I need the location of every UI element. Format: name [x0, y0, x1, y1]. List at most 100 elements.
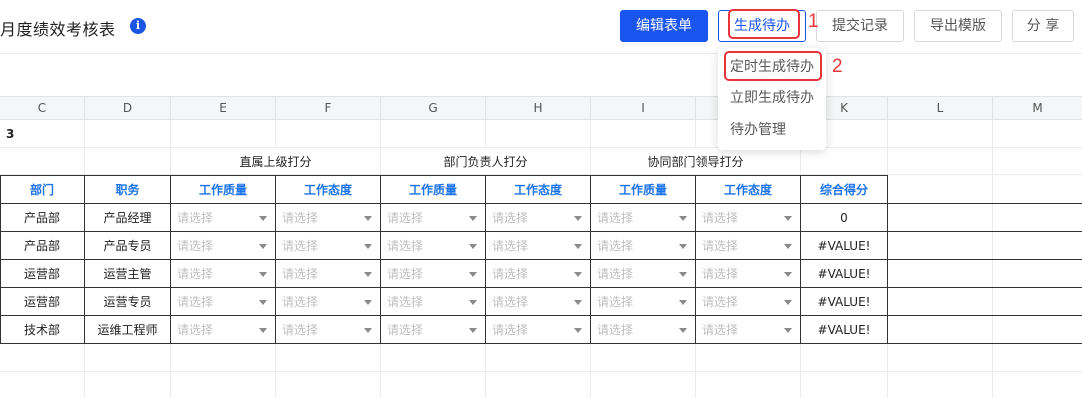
cell[interactable] [888, 204, 993, 231]
share-button[interactable]: 分 享 [1012, 10, 1074, 42]
score-select[interactable]: 请选择 [381, 316, 486, 343]
header-work-quality[interactable]: 工作质量 [381, 175, 486, 203]
score-select[interactable]: 请选择 [276, 232, 381, 259]
cell[interactable] [486, 372, 591, 398]
score-select[interactable]: 请选择 [486, 288, 591, 315]
cell[interactable] [85, 372, 171, 398]
score-select[interactable]: 请选择 [276, 204, 381, 231]
cell[interactable] [0, 148, 85, 174]
cell[interactable] [801, 148, 888, 174]
score-select[interactable]: 请选择 [696, 260, 801, 287]
cell[interactable] [888, 344, 993, 371]
cell[interactable] [85, 344, 171, 371]
score-select[interactable]: 请选择 [591, 288, 696, 315]
export-template-button[interactable]: 导出模版 [914, 10, 1002, 42]
cell[interactable] [888, 148, 993, 174]
column-header[interactable]: G [381, 97, 486, 120]
score-select[interactable]: 请选择 [486, 260, 591, 287]
info-icon[interactable]: i [130, 18, 146, 34]
column-header[interactable]: L [888, 97, 993, 120]
cell-total-score[interactable]: 0 [801, 204, 888, 231]
cell-department[interactable]: 运营部 [0, 288, 85, 315]
cell[interactable] [381, 344, 486, 371]
cell-total-score[interactable]: #VALUE! [801, 260, 888, 287]
menu-item-todo-management[interactable]: 待办管理 [718, 115, 826, 145]
submission-records-button[interactable]: 提交记录 [816, 10, 904, 42]
generate-todo-button[interactable]: 生成待办 [718, 10, 806, 42]
cell-position[interactable]: 产品专员 [85, 232, 171, 259]
cell-position[interactable]: 运营专员 [85, 288, 171, 315]
edit-form-button[interactable]: 编辑表单 [620, 10, 708, 42]
cell-department[interactable]: 产品部 [0, 204, 85, 231]
column-header[interactable]: D [85, 97, 171, 120]
score-select[interactable]: 请选择 [381, 204, 486, 231]
header-work-attitude[interactable]: 工作态度 [486, 175, 591, 203]
score-select[interactable]: 请选择 [276, 316, 381, 343]
column-header[interactable]: H [486, 97, 591, 120]
header-total-score[interactable]: 综合得分 [801, 175, 888, 203]
cell[interactable] [888, 175, 993, 203]
score-select[interactable]: 请选择 [171, 204, 276, 231]
score-select[interactable]: 请选择 [276, 288, 381, 315]
cell[interactable] [85, 148, 171, 174]
header-position[interactable]: 职务 [85, 175, 171, 203]
menu-item-scheduled-generate[interactable]: 定时生成待办 [718, 52, 826, 82]
score-select[interactable]: 请选择 [381, 288, 486, 315]
score-select[interactable]: 请选择 [486, 232, 591, 259]
cell[interactable] [888, 372, 993, 398]
cell-total-score[interactable]: #VALUE! [801, 316, 888, 343]
cell-position[interactable]: 运维工程师 [85, 316, 171, 343]
cell[interactable] [888, 120, 993, 147]
cell-position[interactable]: 产品经理 [85, 204, 171, 231]
cell[interactable] [171, 372, 276, 398]
header-work-attitude[interactable]: 工作态度 [696, 175, 801, 203]
cell-department[interactable]: 运营部 [0, 260, 85, 287]
column-header[interactable]: F [276, 97, 381, 120]
cell[interactable] [85, 120, 171, 147]
cell[interactable] [888, 288, 993, 315]
cell[interactable] [486, 344, 591, 371]
cell-value[interactable]: 3 [0, 120, 85, 147]
score-select[interactable]: 请选择 [696, 204, 801, 231]
cell-total-score[interactable]: #VALUE! [801, 232, 888, 259]
cell[interactable] [381, 120, 486, 147]
menu-item-generate-now[interactable]: 立即生成待办 [718, 83, 826, 113]
cell-position[interactable]: 运营主管 [85, 260, 171, 287]
column-header[interactable]: I [591, 97, 696, 120]
score-select[interactable]: 请选择 [591, 204, 696, 231]
cell[interactable] [276, 372, 381, 398]
score-select[interactable]: 请选择 [696, 288, 801, 315]
cell[interactable] [888, 260, 993, 287]
group-header-cooperating-leader[interactable]: 协同部门领导打分 [591, 148, 801, 174]
column-header[interactable]: E [171, 97, 276, 120]
header-work-quality[interactable]: 工作质量 [171, 175, 276, 203]
score-select[interactable]: 请选择 [486, 204, 591, 231]
score-select[interactable]: 请选择 [591, 316, 696, 343]
header-department[interactable]: 部门 [0, 175, 85, 203]
cell[interactable] [486, 120, 591, 147]
column-header[interactable]: M [993, 97, 1082, 120]
cell[interactable] [591, 372, 696, 398]
column-header[interactable]: C [0, 97, 85, 120]
score-select[interactable]: 请选择 [171, 232, 276, 259]
score-select[interactable]: 请选择 [591, 260, 696, 287]
score-select[interactable]: 请选择 [171, 288, 276, 315]
cell-total-score[interactable]: #VALUE! [801, 288, 888, 315]
cell[interactable] [696, 372, 801, 398]
score-select[interactable]: 请选择 [696, 232, 801, 259]
score-select[interactable]: 请选择 [171, 260, 276, 287]
cell[interactable] [801, 372, 888, 398]
group-header-department-head[interactable]: 部门负责人打分 [381, 148, 591, 174]
score-select[interactable]: 请选择 [696, 316, 801, 343]
header-work-attitude[interactable]: 工作态度 [276, 175, 381, 203]
score-select[interactable]: 请选择 [381, 232, 486, 259]
cell[interactable] [276, 344, 381, 371]
cell[interactable] [381, 372, 486, 398]
score-select[interactable]: 请选择 [171, 316, 276, 343]
score-select[interactable]: 请选择 [591, 232, 696, 259]
score-select[interactable]: 请选择 [486, 316, 591, 343]
cell[interactable] [591, 120, 696, 147]
cell[interactable] [0, 372, 85, 398]
cell-department[interactable]: 技术部 [0, 316, 85, 343]
score-select[interactable]: 请选择 [276, 260, 381, 287]
